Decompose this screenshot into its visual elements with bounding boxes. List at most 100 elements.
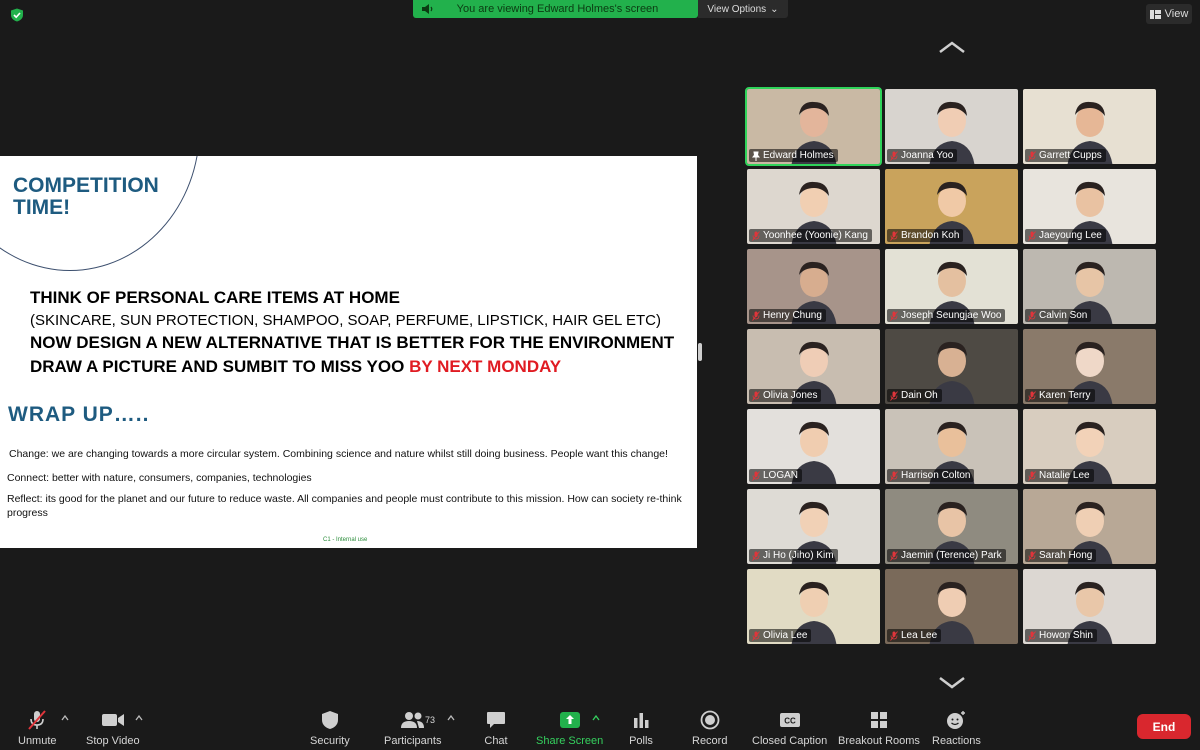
stop-video-button[interactable]: Stop Video: [86, 709, 140, 747]
audio-options-caret-icon[interactable]: [61, 715, 69, 721]
participant-count: 73: [425, 715, 436, 725]
end-meeting-button[interactable]: End: [1137, 714, 1191, 739]
participant-tile[interactable]: Jaeyoung Lee: [1023, 169, 1156, 244]
participant-name: Karen Terry: [1039, 390, 1091, 401]
participant-name: Henry Chung: [763, 310, 822, 321]
reflect-paragraph: Reflect: its good for the planet and our…: [7, 493, 682, 519]
breakout-rooms-button[interactable]: Breakout Rooms: [838, 709, 920, 747]
chat-label: Chat: [484, 735, 508, 747]
participant-tile[interactable]: Yoonhee (Yoonie) Kang: [747, 169, 880, 244]
muted-microphone-icon: [28, 710, 47, 730]
share-screen-icon: [559, 712, 580, 728]
breakout-rooms-label: Breakout Rooms: [838, 735, 920, 747]
participant-name-label: Calvin Son: [1025, 309, 1092, 322]
participant-name: Harrison Colton: [901, 470, 971, 481]
reactions-label: Reactions: [932, 735, 981, 747]
muted-mic-icon: [1028, 230, 1036, 241]
muted-mic-icon: [752, 390, 760, 401]
participant-name-label: Ji Ho (Jiho) Kim: [749, 549, 838, 562]
record-icon: [700, 710, 720, 730]
security-button[interactable]: Security: [310, 709, 350, 747]
closed-caption-icon: CC: [779, 713, 800, 727]
participant-tile[interactable]: Jaemin (Terence) Park: [885, 489, 1018, 564]
participant-name-label: Joanna Yoo: [887, 149, 958, 162]
chevron-up-icon[interactable]: [938, 40, 966, 54]
unmute-label: Unmute: [18, 735, 57, 747]
chat-button[interactable]: Chat: [483, 709, 509, 747]
chevron-down-icon: ⌄: [770, 3, 779, 15]
participant-name-label: Natalie Lee: [1025, 469, 1094, 482]
closed-caption-button[interactable]: CC Closed Caption: [752, 709, 827, 747]
participant-tile[interactable]: Garrett Cupps: [1023, 89, 1156, 164]
deadline-text: BY NEXT MONDAY: [409, 357, 562, 376]
participant-tile[interactable]: Joanna Yoo: [885, 89, 1018, 164]
participant-name: Yoonhee (Yoonie) Kang: [763, 230, 868, 241]
participant-tile[interactable]: Joseph Seungjae Woo: [885, 249, 1018, 324]
muted-mic-icon: [890, 230, 898, 241]
participant-tile[interactable]: Dain Oh: [885, 329, 1018, 404]
participant-tile[interactable]: Natalie Lee: [1023, 409, 1156, 484]
participant-name: Joanna Yoo: [901, 150, 954, 161]
participant-name-label: Karen Terry: [1025, 389, 1095, 402]
muted-mic-icon: [1028, 310, 1036, 321]
video-options-caret-icon[interactable]: [135, 715, 143, 721]
participant-tile[interactable]: Howon Shin: [1023, 569, 1156, 644]
task-line-1: THINK OF PERSONAL CARE ITEMS AT HOME: [30, 288, 400, 307]
muted-mic-icon: [890, 310, 898, 321]
participant-tile[interactable]: LOGAN: [747, 409, 880, 484]
share-screen-label: Share Screen: [536, 735, 604, 747]
participant-name: Calvin Son: [1039, 310, 1088, 321]
muted-mic-icon: [1028, 550, 1036, 561]
record-button[interactable]: Record: [692, 709, 727, 747]
participant-name-label: Howon Shin: [1025, 629, 1097, 642]
participant-tile[interactable]: Brandon Koh: [885, 169, 1018, 244]
participant-name: Sarah Hong: [1039, 550, 1093, 561]
view-options-dropdown[interactable]: View Options ⌄: [698, 0, 788, 18]
participant-name-label: Harrison Colton: [887, 469, 975, 482]
participant-name: Brandon Koh: [901, 230, 960, 241]
view-button[interactable]: View: [1146, 4, 1192, 24]
muted-mic-icon: [890, 470, 898, 481]
participant-tile[interactable]: Olivia Lee: [747, 569, 880, 644]
participant-name-label: Jaemin (Terence) Park: [887, 549, 1006, 562]
participant-tile[interactable]: Olivia Jones: [747, 329, 880, 404]
reactions-button[interactable]: Reactions: [932, 709, 981, 747]
participant-tile[interactable]: Sarah Hong: [1023, 489, 1156, 564]
participant-name-label: Dain Oh: [887, 389, 942, 402]
participant-name: Jaeyoung Lee: [1039, 230, 1102, 241]
task-line-4: DRAW A PICTURE AND SUMBIT TO MISS YOO BY…: [30, 357, 561, 377]
breakout-rooms-icon: [870, 712, 887, 728]
meeting-toolbar: Unmute Stop Video Security Participants …: [0, 703, 1200, 750]
task-line-4-text: DRAW A PICTURE AND SUMBIT TO MISS YOO: [30, 357, 410, 376]
zoom-window: You are viewing Edward Holmes's screen V…: [0, 0, 1200, 750]
participant-name: Olivia Lee: [763, 630, 808, 641]
task-line-3: NOW DESIGN A NEW ALTERNATIVE THAT IS BET…: [30, 333, 675, 352]
polls-button[interactable]: Polls: [628, 709, 654, 747]
participant-tile[interactable]: Harrison Colton: [885, 409, 1018, 484]
chevron-down-icon[interactable]: [938, 676, 966, 690]
stop-video-label: Stop Video: [86, 735, 140, 747]
polls-bar-chart-icon: [634, 713, 649, 728]
participant-tile[interactable]: Ji Ho (Jiho) Kim: [747, 489, 880, 564]
unmute-button[interactable]: Unmute: [18, 709, 57, 747]
participant-name-label: Henry Chung: [749, 309, 826, 322]
participant-tile[interactable]: Karen Terry: [1023, 329, 1156, 404]
participant-name-label: Olivia Lee: [749, 629, 812, 642]
share-options-caret-icon[interactable]: [592, 715, 600, 721]
muted-mic-icon: [752, 310, 760, 321]
split-view-handle[interactable]: [698, 343, 702, 361]
participant-name: Natalie Lee: [1039, 470, 1090, 481]
participant-name: Jaemin (Terence) Park: [901, 550, 1002, 561]
muted-mic-icon: [890, 150, 898, 161]
slide-title-line2: TIME!: [13, 196, 71, 219]
participant-tile[interactable]: Lea Lee: [885, 569, 1018, 644]
security-shield-icon[interactable]: [10, 8, 24, 22]
participant-tile[interactable]: Calvin Son: [1023, 249, 1156, 324]
speaker-icon: [422, 4, 433, 14]
participant-name-label: Sarah Hong: [1025, 549, 1097, 562]
participants-caret-icon[interactable]: [447, 715, 455, 721]
participant-tile[interactable]: Edward Holmes: [745, 87, 882, 166]
screen-share-banner-text: You are viewing Edward Holmes's screen: [456, 3, 659, 15]
participant-tile[interactable]: Henry Chung: [747, 249, 880, 324]
change-paragraph: Change: we are changing towards a more c…: [9, 448, 668, 460]
